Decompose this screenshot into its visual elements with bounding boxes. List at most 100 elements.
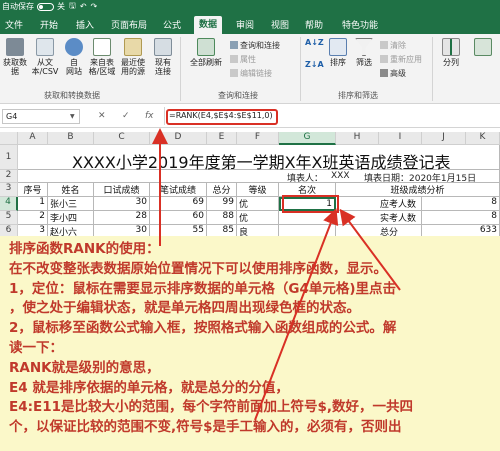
column-header[interactable]: G (279, 132, 336, 145)
chevron-down-icon[interactable]: ▼ (70, 113, 75, 120)
name-box[interactable]: G4 (2, 109, 80, 124)
cell-rank[interactable] (279, 225, 336, 236)
group-separator (432, 37, 433, 101)
row-header[interactable]: 2 (0, 170, 18, 183)
tab-file[interactable]: 文件 (5, 18, 23, 31)
recent-sources-button[interactable]: 最近使 用的源 (118, 38, 148, 76)
select-all-corner[interactable] (0, 132, 18, 145)
insert-function-icon[interactable]: fx (145, 111, 154, 121)
row-header[interactable]: 4 (0, 197, 18, 211)
row-header[interactable]: 6 (0, 225, 18, 236)
column-header[interactable]: A (18, 132, 48, 145)
text-to-columns-button[interactable]: 分列 (438, 38, 464, 67)
cell-name[interactable]: 赵小六 (48, 225, 94, 236)
analysis-header-cell[interactable]: 班级成绩分析 (336, 183, 500, 197)
sort-button[interactable]: 排序 (326, 38, 350, 67)
cell-no[interactable]: 1 (18, 197, 48, 211)
advanced-filter-button[interactable]: 高级 (380, 68, 406, 79)
column-header[interactable]: I (379, 132, 422, 145)
group-separator (300, 37, 301, 101)
tab-home[interactable]: 开始 (40, 18, 58, 31)
data-tools-button[interactable] (470, 38, 496, 58)
cell-analysis-value[interactable]: 633 (422, 225, 500, 236)
cell-total[interactable]: 85 (207, 225, 237, 236)
spreadsheet-grid[interactable]: A B C D E F G H I J K 1 2 3 4 5 6 XXXX小学… (0, 132, 500, 236)
edit-links-button[interactable]: 编辑链接 (230, 68, 272, 79)
tab-help[interactable]: 帮助 (305, 18, 323, 31)
from-text-button[interactable]: 从文 本/CSV (30, 38, 60, 76)
properties-button[interactable]: 属性 (230, 54, 256, 65)
cell-total[interactable]: 88 (207, 211, 237, 225)
cell-analysis-value[interactable]: 8 (422, 211, 500, 225)
column-header[interactable]: E (207, 132, 237, 145)
header-cell[interactable]: 口试成绩 (94, 183, 150, 197)
cell-oral[interactable]: 30 (94, 197, 150, 211)
reapply-button[interactable]: 重新应用 (380, 54, 422, 65)
annotation-note: 排序函数RANK的使用： 在不改变整张表数据原始位置情况下可以使用排序函数，显示… (0, 236, 500, 451)
header-cell[interactable]: 总分 (207, 183, 237, 197)
column-header[interactable]: J (422, 132, 466, 145)
column-header[interactable]: K (466, 132, 500, 145)
column-header[interactable]: D (150, 132, 207, 145)
save-icon[interactable]: 🖫 (69, 0, 76, 14)
autosave-toggle[interactable] (37, 2, 54, 11)
cell-written[interactable]: 60 (150, 211, 207, 225)
undo-icon[interactable]: ↶ (80, 2, 87, 11)
sort-descending-button[interactable]: Z↓A (305, 60, 324, 69)
column-header[interactable]: C (94, 132, 150, 145)
tab-data[interactable]: 数据 (194, 16, 223, 36)
refresh-all-button[interactable]: 全部刷新 (184, 38, 228, 67)
cell-grade[interactable]: 优 (237, 211, 279, 225)
header-cell[interactable]: 等级 (237, 183, 279, 197)
filter-button[interactable]: 筛选 (352, 38, 376, 67)
from-table-button[interactable]: 来自表 格/区域 (87, 38, 117, 76)
existing-connections-label: 现有 连接 (155, 58, 171, 76)
autosave-state: 关 (57, 2, 65, 11)
cell-no[interactable]: 2 (18, 211, 48, 225)
row-header[interactable]: 5 (0, 211, 18, 225)
row-header[interactable]: 3 (0, 183, 18, 197)
cell-grade[interactable]: 良 (237, 225, 279, 236)
cell-name[interactable]: 李小四 (48, 211, 94, 225)
tab-review[interactable]: 审阅 (236, 18, 254, 31)
enter-icon[interactable]: ✓ (122, 111, 130, 121)
from-web-button[interactable]: 自 网站 (62, 38, 86, 76)
tab-insert[interactable]: 插入 (76, 18, 94, 31)
cell-name[interactable]: 张小三 (48, 197, 94, 211)
header-cell[interactable]: 姓名 (48, 183, 94, 197)
tab-page-layout[interactable]: 页面布局 (111, 18, 147, 31)
get-data-button[interactable]: 获取数 据 (2, 38, 28, 76)
tab-special[interactable]: 特色功能 (342, 18, 378, 31)
redo-icon[interactable]: ↷ (91, 2, 98, 11)
cell-analysis-value[interactable]: 8 (422, 197, 500, 211)
cell-analysis-label[interactable]: 应考人数 (336, 197, 422, 211)
recent-sources-icon (124, 38, 142, 56)
header-cell[interactable]: 笔试成绩 (150, 183, 207, 197)
cell-grade[interactable]: 优 (237, 197, 279, 211)
cell-total[interactable]: 99 (207, 197, 237, 211)
column-header[interactable]: H (336, 132, 379, 145)
cell-rank[interactable] (279, 211, 336, 225)
table-icon (93, 38, 111, 56)
row-header[interactable]: 1 (0, 145, 18, 170)
cell-analysis-label[interactable]: 实考人数 (336, 211, 422, 225)
tab-view[interactable]: 视图 (271, 18, 289, 31)
properties-icon (230, 55, 238, 63)
sort-ascending-button[interactable]: A↓Z (305, 38, 324, 47)
column-header[interactable]: F (237, 132, 279, 145)
cell-analysis-label[interactable]: 总分 (336, 225, 422, 236)
ribbon-tabs: 文件 开始 插入 页面布局 公式 数据 审阅 视图 帮助 特色功能 (0, 13, 500, 36)
cell-no[interactable]: 3 (18, 225, 48, 236)
tab-formulas[interactable]: 公式 (163, 18, 181, 31)
queries-connections-button[interactable]: 查询和连接 (230, 40, 280, 51)
existing-connections-button[interactable]: 现有 连接 (150, 38, 176, 76)
cell-oral[interactable]: 30 (94, 225, 150, 236)
cell-written[interactable]: 69 (150, 197, 207, 211)
cell-oral[interactable]: 28 (94, 211, 150, 225)
column-header[interactable]: B (48, 132, 94, 145)
cancel-icon[interactable]: ✕ (98, 111, 106, 121)
clear-button[interactable]: 清除 (380, 40, 406, 51)
cell-written[interactable]: 55 (150, 225, 207, 236)
reapply-icon (380, 55, 388, 63)
header-cell[interactable]: 序号 (18, 183, 48, 197)
